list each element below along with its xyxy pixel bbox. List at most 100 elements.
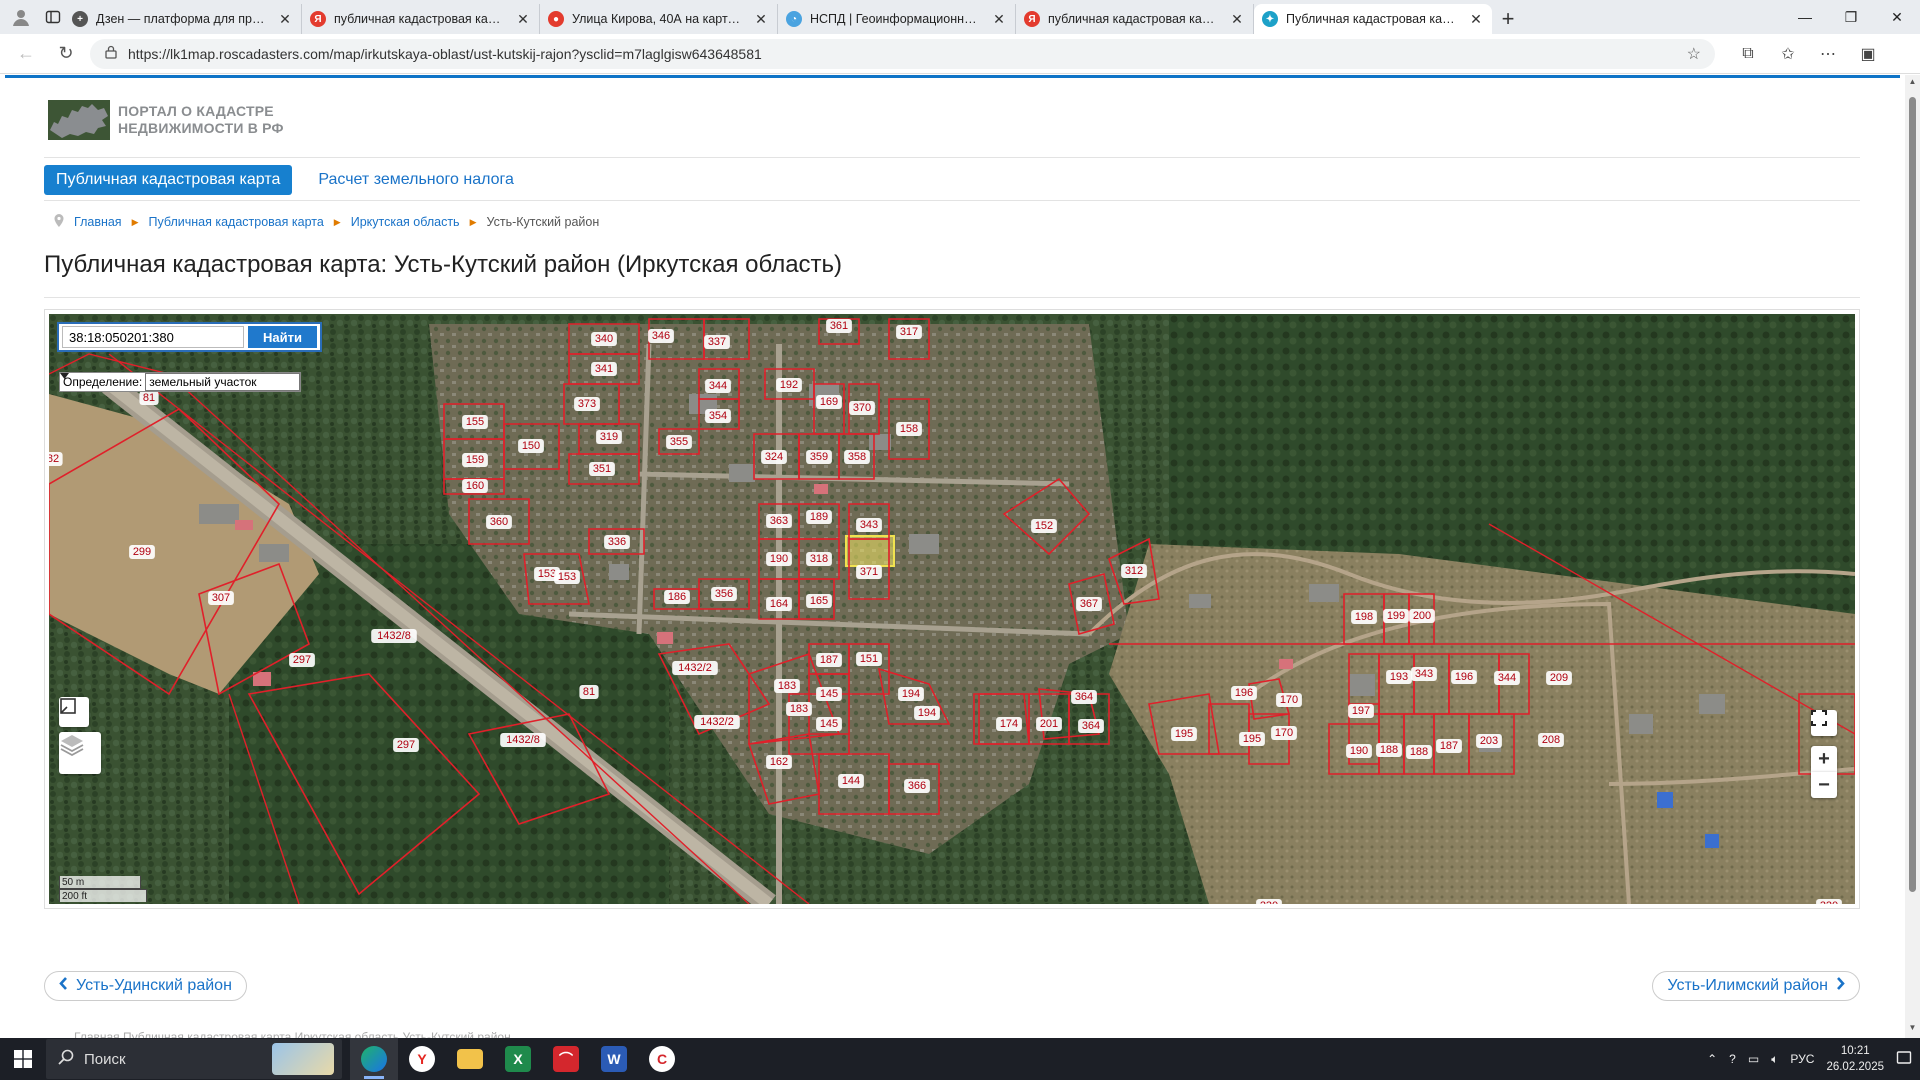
parcel-label: 1432/8 xyxy=(371,629,417,643)
favorite-star-icon[interactable]: ☆ xyxy=(1687,44,1701,64)
parcel-label: 364 xyxy=(1078,719,1104,733)
svg-text:190: 190 xyxy=(1350,745,1368,757)
parcel-label: 367 xyxy=(1076,597,1102,611)
svg-text:190: 190 xyxy=(770,553,788,565)
parcel-label: 160 xyxy=(462,479,488,493)
sidebar-toggle-icon[interactable]: ▣ xyxy=(1853,39,1883,69)
parcel-label: 208 xyxy=(1538,733,1564,747)
svg-text:1432/2: 1432/2 xyxy=(700,716,734,728)
browser-tab[interactable]: Япубличная кадастровая карта ус ✕ xyxy=(1016,4,1254,34)
browser-tab[interactable]: Япубличная кадастровая карта Н ✕ xyxy=(302,4,540,34)
taskbar-app-c[interactable]: C xyxy=(638,1038,686,1080)
tab-favicon-icon: ✦ xyxy=(1262,11,1278,27)
acrobat-icon: ⌒ xyxy=(553,1046,579,1072)
menu-item-cadastral-map[interactable]: Публичная кадастровая карта xyxy=(44,165,293,195)
page-content: ПОРТАЛ О КАДАСТРЕ НЕДВИЖИМОСТИ В РФ Публ… xyxy=(0,75,1905,1038)
network-icon[interactable]: ▭ xyxy=(1748,1052,1759,1066)
svg-text:364: 364 xyxy=(1082,720,1100,732)
minimize-button[interactable]: — xyxy=(1782,0,1828,34)
cadastral-number-input[interactable] xyxy=(62,326,244,348)
page-scrollbar[interactable]: ▲ ▼ xyxy=(1905,75,1920,1038)
site-logo[interactable]: ПОРТАЛ О КАДАСТРЕ НЕДВИЖИМОСТИ В РФ xyxy=(48,100,284,140)
taskbar-search[interactable]: Поиск xyxy=(46,1039,342,1079)
svg-text:155: 155 xyxy=(466,416,484,428)
close-tab-icon[interactable]: ✕ xyxy=(1468,11,1484,28)
breadcrumb-home[interactable]: Главная xyxy=(74,215,122,229)
zoom-out-button[interactable]: − xyxy=(1811,772,1837,798)
scroll-up-icon[interactable]: ▲ xyxy=(1905,77,1920,92)
zoom-in-button[interactable]: + xyxy=(1811,746,1837,772)
taskbar-word[interactable]: W xyxy=(590,1038,638,1080)
satellite-map-layer[interactable]: 340 346 337 361 317 341 344 192 373 354 169 370 155 1… xyxy=(49,314,1855,904)
more-menu-icon[interactable]: ⋯ xyxy=(1813,39,1843,69)
svg-text:344: 344 xyxy=(1498,672,1516,684)
taskbar-yandex[interactable]: Y xyxy=(398,1038,446,1080)
site-info-icon[interactable] xyxy=(104,45,118,62)
restore-button[interactable]: ❐ xyxy=(1828,0,1874,34)
notifications-icon[interactable] xyxy=(1896,1050,1912,1069)
find-button[interactable]: Найти xyxy=(248,326,317,348)
layers-button[interactable] xyxy=(59,732,101,774)
taskbar-explorer[interactable] xyxy=(446,1038,494,1080)
close-tab-icon[interactable]: ✕ xyxy=(515,11,531,28)
profile-icon[interactable] xyxy=(10,6,32,28)
parcel-label: 174 xyxy=(996,717,1022,731)
parcel-label: 198 xyxy=(1351,610,1377,624)
close-tab-icon[interactable]: ✕ xyxy=(1229,11,1245,28)
taskbar-acrobat[interactable]: ⌒ xyxy=(542,1038,590,1080)
tab-actions-icon[interactable] xyxy=(42,6,64,28)
volume-icon[interactable]: 🔈︎ xyxy=(1771,1052,1778,1067)
svg-text:194: 194 xyxy=(918,707,936,719)
browser-tab[interactable]: + Дзен — платформа для просмотра ✕ xyxy=(64,4,302,34)
fullscreen-button[interactable] xyxy=(1811,710,1837,736)
scale-feet: 200 ft xyxy=(59,889,147,902)
measure-area-button[interactable] xyxy=(59,697,89,727)
new-tab-button[interactable]: + xyxy=(1492,4,1524,34)
svg-text:364: 364 xyxy=(1075,691,1093,703)
svg-text:158: 158 xyxy=(900,423,918,435)
parcel-label: 359 xyxy=(806,450,832,464)
breadcrumb-cadastral-map[interactable]: Публичная кадастровая карта xyxy=(149,215,324,229)
cadastral-map[interactable]: 340 346 337 361 317 341 344 192 373 354 169 370 155 1… xyxy=(49,314,1855,904)
svg-text:336: 336 xyxy=(608,536,626,548)
scroll-down-icon[interactable]: ▼ xyxy=(1905,1023,1920,1038)
map-frame: 340 346 337 361 317 341 344 192 373 354 169 370 155 1… xyxy=(44,309,1860,909)
scrollbar-thumb[interactable] xyxy=(1909,97,1916,892)
close-tab-icon[interactable]: ✕ xyxy=(753,11,769,28)
tray-expand-icon[interactable]: ⌃ xyxy=(1707,1052,1717,1066)
clock[interactable]: 10:21 26.02.2025 xyxy=(1826,1043,1884,1075)
favorites-icon[interactable]: ✩ xyxy=(1773,39,1803,69)
svg-text:366: 366 xyxy=(908,780,926,792)
extensions-icon[interactable]: ⧉ xyxy=(1733,39,1763,69)
close-window-button[interactable]: ✕ xyxy=(1874,0,1920,34)
taskbar-edge[interactable] xyxy=(350,1038,398,1080)
svg-text:363: 363 xyxy=(770,515,788,527)
language-indicator[interactable]: РУС xyxy=(1790,1052,1814,1066)
prev-district-link[interactable]: Усть-Удинский район xyxy=(44,971,247,1001)
svg-text:297: 297 xyxy=(293,654,311,666)
back-button[interactable]: ← xyxy=(10,38,42,70)
parcel-label: 343 xyxy=(856,518,882,532)
svg-text:196: 196 xyxy=(1235,687,1253,699)
folder-icon xyxy=(457,1049,483,1069)
breadcrumb-region[interactable]: Иркутская область xyxy=(351,215,460,229)
close-tab-icon[interactable]: ✕ xyxy=(991,11,1007,28)
parcel-label: 364 xyxy=(1071,690,1097,704)
start-button[interactable] xyxy=(0,1038,46,1080)
taskbar-excel[interactable]: X xyxy=(494,1038,542,1080)
close-tab-icon[interactable]: ✕ xyxy=(277,11,293,28)
browser-tab[interactable]: ◔ НСПД | Геоинформационный по ✕ xyxy=(778,4,1016,34)
parcel-label: 81 xyxy=(579,685,599,699)
parcel-label: 297 xyxy=(393,738,419,752)
definition-select[interactable]: земельный участок xyxy=(60,373,301,391)
parcel-label: 1432/2 xyxy=(672,661,718,675)
refresh-button[interactable]: ↻ xyxy=(50,38,82,70)
browser-tab[interactable]: ● Улица Кирова, 40А на карте Усть ✕ xyxy=(540,4,778,34)
browser-tab[interactable]: ✦ Публичная кадастровая карта: У ✕ xyxy=(1254,4,1492,34)
next-district-link[interactable]: Усть-Илимский район xyxy=(1652,971,1860,1001)
edge-icon xyxy=(361,1046,387,1072)
svg-text:186: 186 xyxy=(668,591,686,603)
help-icon[interactable]: ? xyxy=(1729,1052,1736,1066)
menu-item-land-tax[interactable]: Расчет земельного налога xyxy=(306,165,526,195)
url-field[interactable]: https://lk1map.roscadasters.com/map/irku… xyxy=(90,38,1715,69)
